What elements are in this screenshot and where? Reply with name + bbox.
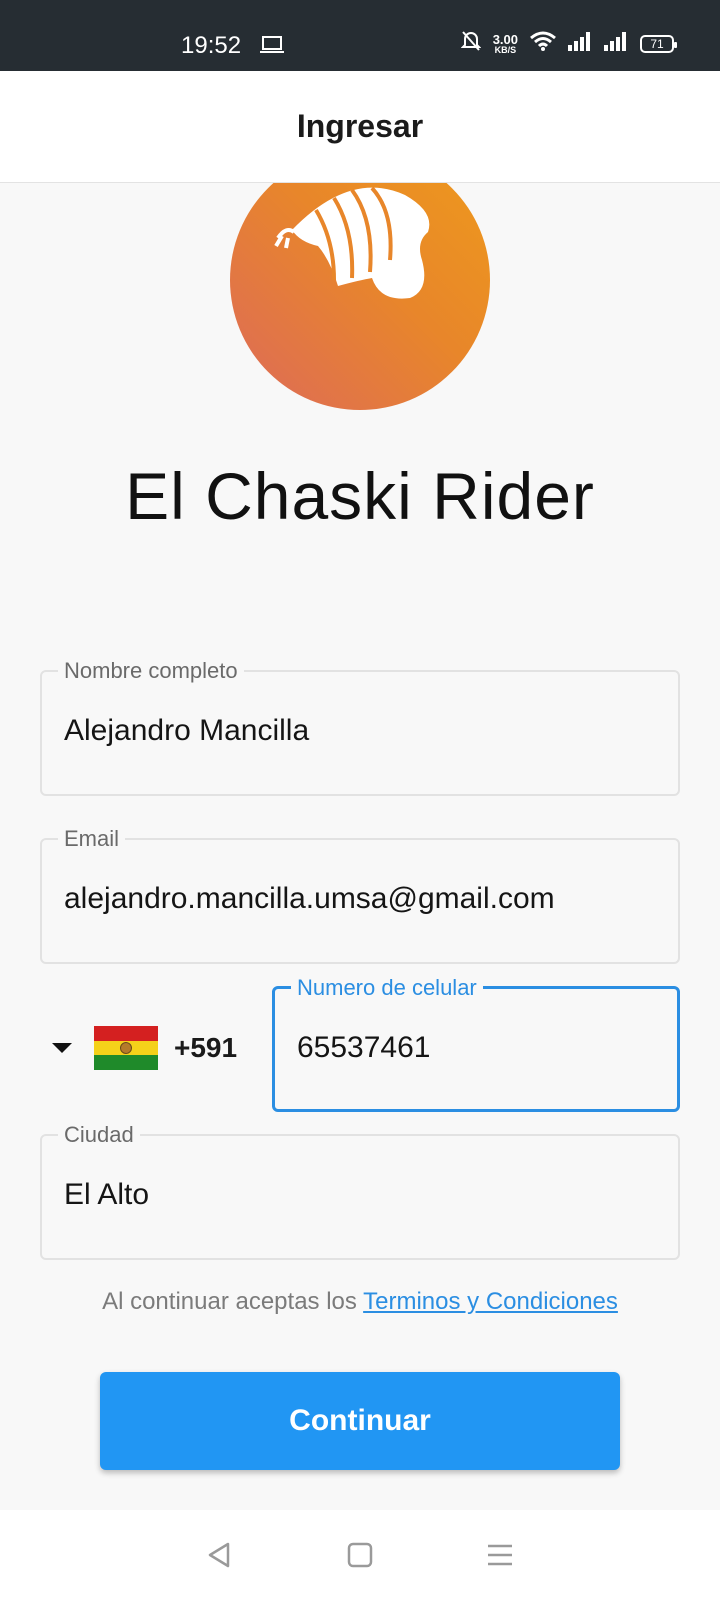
continue-button[interactable]: Continuar (100, 1372, 620, 1470)
terms-text: Al continuar aceptas los Terminos y Cond… (0, 1288, 720, 1316)
signal-icon (568, 31, 592, 56)
terms-prefix: Al continuar aceptas los (102, 1288, 364, 1315)
city-field[interactable]: Ciudad El Alto (40, 1122, 680, 1260)
city-label: Ciudad (58, 1122, 140, 1148)
app-bar: Ingresar (0, 71, 720, 183)
email-value[interactable]: alejandro.mancilla.umsa@gmail.com (64, 882, 660, 916)
app-name: El Chaski Rider (125, 459, 595, 533)
home-icon[interactable] (347, 1542, 373, 1568)
logo-container (0, 183, 720, 423)
battery-icon: 71 (640, 34, 677, 53)
laptop-icon (260, 36, 284, 59)
signal-icon (604, 31, 628, 56)
net-speed-unit: KB/S (494, 44, 517, 55)
navigation-bar (0, 1510, 720, 1600)
bell-off-icon (460, 30, 482, 57)
wifi-icon (530, 31, 556, 56)
full-name-field[interactable]: Nombre completo Alejandro Mancilla (40, 658, 680, 796)
phone-number-label: Numero de celular (291, 975, 483, 1001)
full-name-label: Nombre completo (58, 658, 244, 684)
status-icons: 3.00 KB/S 71 (460, 30, 677, 57)
city-value[interactable]: El Alto (64, 1178, 660, 1212)
chaski-hat-icon (274, 186, 430, 299)
email-field[interactable]: Email alejandro.mancilla.umsa@gmail.com (40, 826, 680, 964)
country-selector[interactable]: +591 (52, 1026, 238, 1071)
terms-link[interactable]: Terminos y Condiciones (363, 1288, 618, 1315)
phone-number-value[interactable]: 65537461 (297, 1031, 661, 1065)
email-label: Email (58, 826, 126, 852)
net-speed-value: 3.00 (492, 31, 518, 47)
app-logo (230, 183, 490, 410)
page-title: Ingresar (296, 108, 424, 144)
dropdown-arrow-icon (52, 1043, 72, 1053)
full-name-value[interactable]: Alejandro Mancilla (64, 714, 660, 748)
phone-number-field[interactable]: Numero de celular 65537461 (272, 975, 680, 1112)
menu-icon[interactable] (486, 1543, 514, 1567)
bolivia-flag-icon (94, 1026, 158, 1071)
status-bar: 19:52 3.00 KB/S 71 (0, 0, 720, 71)
net-speed: 3.00 KB/S (493, 33, 518, 55)
status-time: 19:52 (181, 32, 242, 59)
back-icon[interactable] (206, 1541, 234, 1569)
country-code: +591 (174, 1032, 238, 1063)
